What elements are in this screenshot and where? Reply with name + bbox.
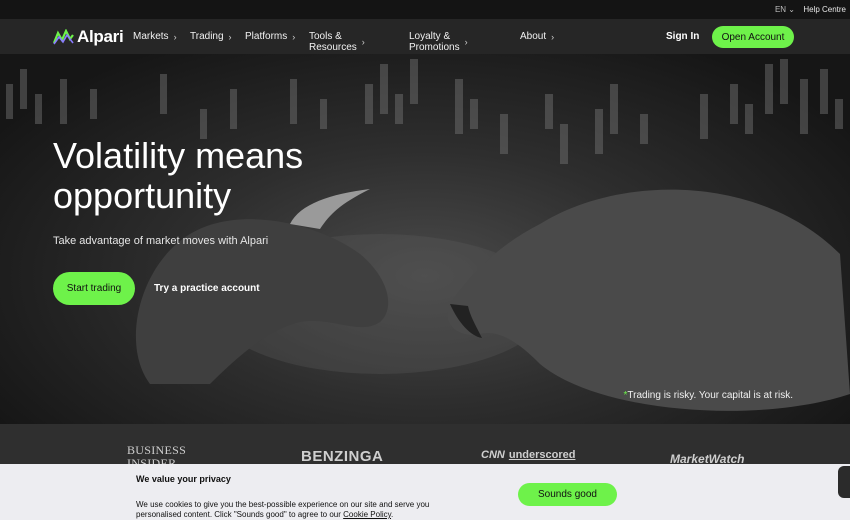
nav-item-label: Trading bbox=[190, 31, 224, 42]
top-utility-bar: EN ⌄ Help Centre bbox=[0, 0, 850, 19]
cookie-body: We use cookies to give you the best-poss… bbox=[136, 500, 436, 520]
cookie-consent-banner: We value your privacy We use cookies to … bbox=[0, 464, 850, 520]
cookie-body-end: . bbox=[391, 510, 394, 519]
chevron-down-icon: ⌄ bbox=[788, 5, 795, 14]
cnn-wordmark: CNN bbox=[481, 449, 505, 461]
chevron-right-icon: › bbox=[228, 31, 232, 42]
nav-item-tools-resources[interactable]: Tools & Resources › bbox=[309, 31, 365, 53]
cookie-title: We value your privacy bbox=[136, 474, 231, 484]
cookie-policy-link[interactable]: Cookie Policy bbox=[343, 510, 391, 519]
sign-in-link[interactable]: Sign In bbox=[666, 31, 699, 42]
hero-banner: Volatility means opportunity Take advant… bbox=[0, 54, 850, 424]
benzinga-logo: BENZINGA bbox=[301, 448, 384, 465]
accept-cookies-button[interactable]: Sounds good bbox=[518, 483, 617, 506]
hero-subtitle: Take advantage of market moves with Alpa… bbox=[53, 235, 269, 247]
hero-title: Volatility means opportunity bbox=[53, 135, 304, 216]
chevron-right-icon: › bbox=[292, 31, 296, 42]
practice-account-link[interactable]: Try a practice account bbox=[154, 283, 260, 294]
nav-item-label: Tools & Resources bbox=[309, 31, 357, 53]
nav-item-about[interactable]: About › bbox=[520, 31, 554, 42]
chevron-right-icon: › bbox=[361, 37, 365, 47]
nav-item-platforms[interactable]: Platforms › bbox=[245, 31, 295, 42]
nav-item-label: Loyalty & Promotions bbox=[409, 31, 460, 53]
chevron-right-icon: › bbox=[551, 31, 555, 42]
alpari-logo[interactable]: Alpari bbox=[53, 27, 124, 47]
main-navigation: Alpari Markets › Trading › Platforms › Tool… bbox=[0, 19, 850, 54]
side-feedback-tab[interactable] bbox=[838, 466, 850, 498]
brand-name: Alpari bbox=[77, 27, 124, 46]
language-selector[interactable]: EN ⌄ bbox=[775, 5, 795, 14]
alpari-logo-icon bbox=[53, 29, 74, 45]
risk-warning: *Trading is risky. Your capital is at ri… bbox=[623, 390, 793, 401]
nav-item-label: Platforms bbox=[245, 31, 288, 42]
open-account-button[interactable]: Open Account bbox=[712, 26, 794, 48]
nav-item-label: Markets bbox=[133, 31, 169, 42]
nav-item-trading[interactable]: Trading › bbox=[190, 31, 232, 42]
nav-item-label: About bbox=[520, 31, 547, 42]
nav-item-markets[interactable]: Markets › bbox=[133, 31, 177, 42]
start-trading-button[interactable]: Start trading bbox=[53, 272, 135, 305]
risk-warning-text: Trading is risky. Your capital is at ris… bbox=[627, 390, 793, 401]
cnn-underscored-logo: CNN underscored bbox=[481, 449, 575, 461]
chevron-right-icon: › bbox=[464, 37, 468, 47]
chevron-right-icon: › bbox=[173, 31, 177, 42]
nav-item-loyalty-promotions[interactable]: Loyalty & Promotions › bbox=[409, 31, 468, 53]
underscored-wordmark: underscored bbox=[508, 449, 576, 461]
help-centre-link[interactable]: Help Centre bbox=[803, 5, 846, 14]
language-label: EN bbox=[774, 5, 787, 14]
